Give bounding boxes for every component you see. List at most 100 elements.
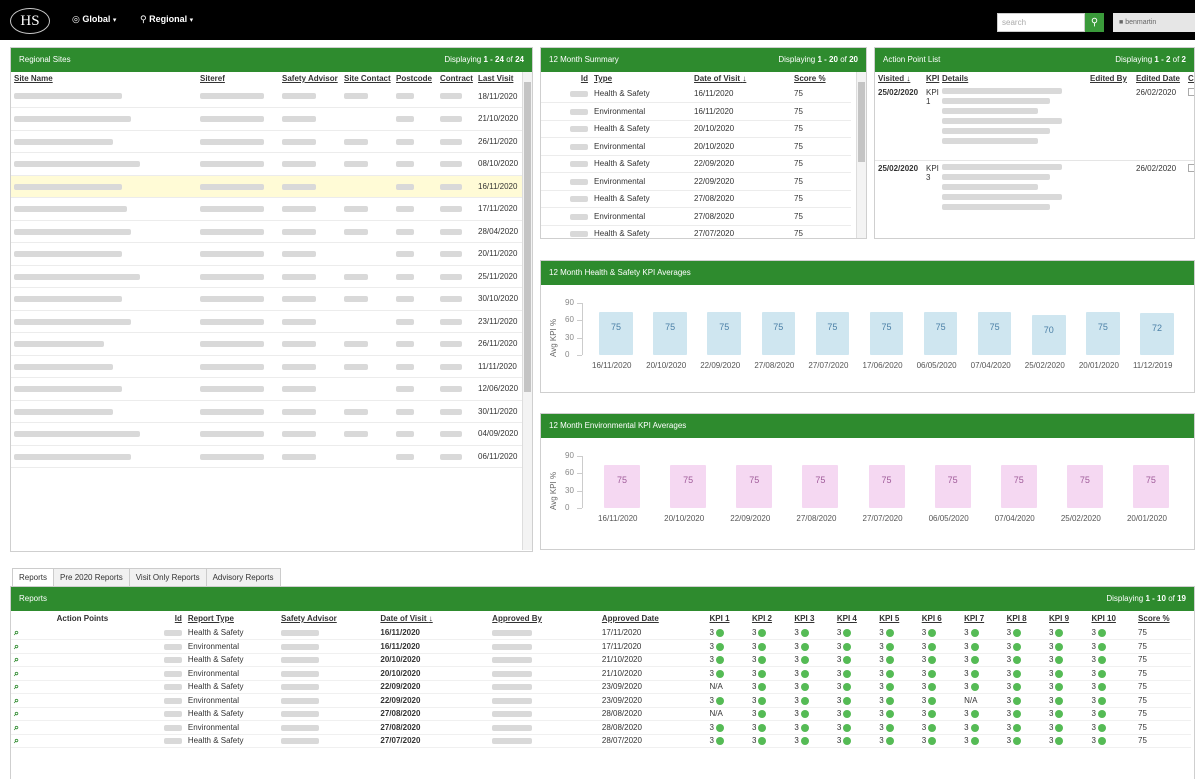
view-action-points-icon[interactable]: ⌕	[14, 641, 19, 651]
complete-checkbox[interactable]	[1188, 88, 1194, 96]
site-name-cell[interactable]	[11, 265, 197, 288]
site-name-cell[interactable]	[11, 242, 197, 266]
report-row[interactable]: ⌕ Health & Safety 20/10/2020 21/10/2020 3 3 3 3…	[11, 653, 1191, 667]
chart-bar[interactable]	[604, 464, 641, 508]
reports-col-kpi-10[interactable]: KPI 10	[1088, 611, 1135, 626]
report-row[interactable]: ⌕ Environmental 16/11/2020 17/11/2020 3 3 3 3 3 3…	[11, 639, 1191, 654]
col-site-contact[interactable]: Site Contact	[341, 72, 393, 85]
summary-row[interactable]: Health & Safety 20/10/2020 75	[541, 120, 851, 138]
id-cell[interactable]	[541, 172, 591, 191]
reports-col-id[interactable]: Id	[154, 611, 185, 626]
site-row[interactable]: 26/11/2020	[11, 332, 523, 356]
reports-col-approved-date[interactable]: Approved Date	[599, 611, 707, 626]
tab-advisory-reports[interactable]: Advisory Reports	[205, 568, 281, 586]
site-name-cell[interactable]	[11, 310, 197, 333]
summary-row[interactable]: Environmental 20/10/2020 75	[541, 137, 851, 156]
site-name-cell[interactable]	[11, 197, 197, 221]
reports-col-kpi-5[interactable]: KPI 5	[876, 611, 918, 626]
chart-bar[interactable]	[1086, 311, 1120, 355]
id-cell[interactable]	[541, 190, 591, 208]
reports-col-report-type[interactable]: Report Type	[185, 611, 278, 626]
col-safety-advisor[interactable]: Safety Advisor	[279, 72, 341, 85]
chart-bar[interactable]	[707, 311, 741, 355]
report-row[interactable]: ⌕ Health & Safety 27/08/2020 28/08/2020 N/A 3…	[11, 707, 1191, 721]
view-action-points-icon[interactable]: ⌕	[14, 708, 19, 718]
search-input[interactable]: search	[997, 13, 1085, 32]
site-name-cell[interactable]	[11, 377, 197, 401]
col-edited-date[interactable]: Edited Date	[1133, 72, 1185, 85]
col-kpi[interactable]: KPI	[923, 72, 939, 85]
id-cell[interactable]	[541, 120, 591, 138]
site-row[interactable]: 21/10/2020	[11, 107, 523, 131]
site-row[interactable]: 17/11/2020	[11, 197, 523, 221]
view-action-points-icon[interactable]: ⌕	[14, 627, 19, 637]
col-comp[interactable]: Comp	[1185, 72, 1194, 85]
id-cell[interactable]	[153, 653, 185, 667]
view-action-points-icon[interactable]: ⌕	[14, 695, 19, 705]
col-contract[interactable]: Contract	[437, 72, 475, 85]
report-row[interactable]: ⌕ Environmental 22/09/2020 23/09/2020 3 3 3 3 3 3…	[11, 693, 1191, 708]
site-name-cell[interactable]	[11, 355, 197, 378]
scroll-thumb[interactable]	[524, 82, 531, 392]
scroll-thumb[interactable]	[858, 82, 865, 162]
reports-col-kpi-3[interactable]: KPI 3	[791, 611, 833, 626]
id-cell[interactable]	[541, 85, 591, 103]
site-row[interactable]: 23/11/2020	[11, 310, 523, 333]
chart-bar[interactable]	[670, 464, 707, 508]
id-cell[interactable]	[153, 639, 185, 654]
chart-bar[interactable]	[1066, 464, 1103, 508]
chart-bar[interactable]	[802, 464, 839, 508]
reports-col-kpi-4[interactable]: KPI 4	[834, 611, 876, 626]
site-row[interactable]: 26/11/2020	[11, 130, 523, 153]
tab-pre-2020-reports[interactable]: Pre 2020 Reports	[53, 568, 130, 586]
reports-col-approved-by[interactable]: Approved By	[489, 611, 599, 626]
tab-visit-only-reports[interactable]: Visit Only Reports	[128, 568, 207, 586]
chart-bar[interactable]	[736, 464, 773, 508]
reports-col-kpi-8[interactable]: KPI 8	[1004, 611, 1046, 626]
reports-col-score[interactable]: Score %	[1135, 611, 1191, 626]
site-name-cell[interactable]	[11, 130, 197, 153]
chart-bar[interactable]	[868, 464, 905, 508]
summary-scrollbar[interactable]	[856, 72, 866, 238]
report-row[interactable]: ⌕ Environmental 27/08/2020 28/08/2020 3 3 3 3 3 3…	[11, 720, 1191, 735]
summary-row[interactable]: Health & Safety 22/09/2020 75	[541, 155, 851, 173]
view-action-points-icon[interactable]: ⌕	[14, 722, 19, 732]
view-action-points-icon[interactable]: ⌕	[14, 654, 19, 664]
tab-reports[interactable]: Reports	[12, 568, 55, 586]
col-last-visit[interactable]: Last Visit	[475, 72, 523, 85]
summary-row[interactable]: Health & Safety 27/07/2020 75	[541, 225, 851, 238]
action-point-row[interactable]: 25/02/2020 KPI 1 26/02/2020	[875, 85, 1194, 160]
global-menu[interactable]: ◎ Global ▾	[72, 14, 116, 25]
chart-bar[interactable]	[815, 311, 850, 355]
id-cell[interactable]	[153, 707, 185, 721]
chart-bar[interactable]	[761, 311, 796, 355]
summary-row[interactable]: Environmental 27/08/2020 75	[541, 207, 851, 226]
site-row[interactable]: 25/11/2020	[11, 265, 523, 288]
site-name-cell[interactable]	[11, 107, 197, 131]
summary-row[interactable]: Health & Safety 16/11/2020 75	[541, 85, 851, 103]
id-cell[interactable]	[153, 693, 185, 708]
id-cell[interactable]	[153, 666, 185, 681]
complete-checkbox[interactable]	[1188, 163, 1194, 172]
reports-col-date-of-visit[interactable]: Date of Visit ↓	[377, 611, 489, 626]
site-name-cell[interactable]	[11, 85, 197, 108]
id-cell[interactable]	[153, 626, 185, 640]
col-siteref[interactable]: Siteref	[197, 72, 279, 85]
site-name-cell[interactable]	[11, 287, 197, 311]
report-row[interactable]: ⌕ Health & Safety 22/09/2020 23/09/2020 N/A 3…	[11, 680, 1191, 694]
reports-col-safety-advisor[interactable]: Safety Advisor	[278, 611, 377, 626]
chart-bar[interactable]	[1132, 464, 1169, 508]
report-row[interactable]: ⌕ Health & Safety 27/07/2020 28/07/2020 3 3 3 3…	[11, 734, 1191, 748]
id-cell[interactable]	[541, 207, 591, 226]
view-action-points-icon[interactable]: ⌕	[14, 735, 19, 745]
col-site-name[interactable]: Site Name	[11, 72, 197, 85]
chart-bar[interactable]	[923, 311, 958, 355]
id-cell[interactable]	[153, 734, 185, 748]
site-row[interactable]: 30/11/2020	[11, 400, 523, 423]
summary-row[interactable]: Environmental 22/09/2020 75	[541, 172, 851, 191]
reports-col-action-points[interactable]: Action Points	[11, 611, 154, 626]
col-postcode[interactable]: Postcode	[393, 72, 437, 85]
site-row[interactable]: 06/11/2020	[11, 445, 523, 468]
site-name-cell[interactable]	[11, 220, 197, 243]
site-name-cell[interactable]	[11, 400, 197, 423]
